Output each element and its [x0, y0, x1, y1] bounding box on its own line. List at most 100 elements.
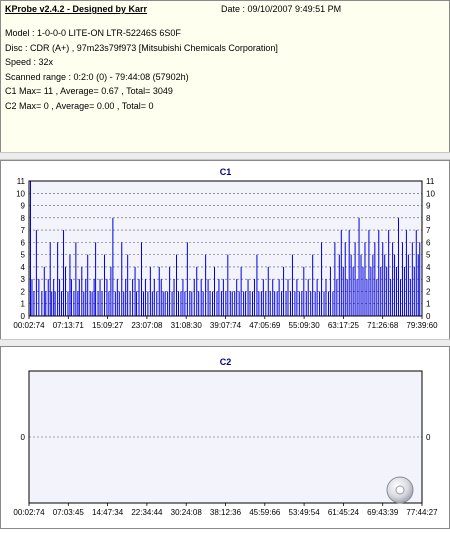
- c1-bar: [364, 242, 366, 316]
- c1-bar: [388, 230, 390, 316]
- x-tick-label: 55:09:30: [289, 321, 321, 330]
- x-tick-label: 69:43:39: [367, 508, 399, 517]
- c1-bar: [121, 242, 123, 316]
- x-tick-label: 79:39:60: [406, 321, 438, 330]
- c1-stats: C1 Max= 11 , Average= 0.67 , Total= 3049: [5, 86, 173, 96]
- c1-bar: [403, 266, 405, 316]
- c1-bar: [396, 266, 398, 316]
- c1-bar: [222, 279, 224, 316]
- c1-bar: [67, 291, 69, 316]
- y-tick-label-right: 11: [426, 177, 435, 186]
- c1-bar: [209, 291, 211, 316]
- c1-bar: [238, 291, 240, 316]
- c1-bar: [33, 291, 35, 316]
- c1-bar: [348, 230, 350, 316]
- x-tick-label: 53:49:54: [289, 508, 321, 517]
- c1-bar: [354, 242, 356, 316]
- y-tick-label-right: 8: [426, 214, 431, 223]
- c1-bar: [251, 291, 253, 316]
- y-tick-label-right: 10: [426, 189, 435, 198]
- c1-bar: [229, 291, 231, 316]
- c1-bar: [287, 279, 289, 316]
- c1-bar: [78, 279, 80, 316]
- c1-bar: [169, 266, 171, 316]
- c1-bar: [283, 266, 285, 316]
- c1-bar: [51, 291, 53, 316]
- c1-bar: [374, 242, 376, 316]
- c1-bar: [225, 291, 227, 316]
- c1-bar: [91, 291, 93, 316]
- x-tick-label: 15:09:27: [92, 321, 124, 330]
- c1-bar: [350, 254, 352, 316]
- c1-bar: [162, 291, 164, 316]
- x-tick-label: 71:26:68: [367, 321, 399, 330]
- c1-bar: [409, 279, 411, 316]
- c1-bar: [57, 242, 59, 316]
- c1-bar: [112, 217, 114, 316]
- c1-bar: [394, 254, 396, 316]
- c1-bar: [372, 254, 374, 316]
- c1-bar: [207, 279, 209, 316]
- c1-bar: [110, 266, 112, 316]
- c1-bar: [87, 254, 89, 316]
- c1-bar: [358, 217, 360, 316]
- c1-bar: [340, 230, 342, 316]
- c1-bar: [405, 230, 407, 316]
- c1-bar: [247, 279, 249, 316]
- c1-bar: [127, 254, 129, 316]
- c1-bar: [196, 266, 198, 316]
- c1-bar: [69, 254, 71, 316]
- c1-bar: [134, 266, 136, 316]
- c1-bar: [398, 217, 400, 316]
- c1-bar: [382, 242, 384, 316]
- c1-bar: [123, 291, 125, 316]
- c1-bar: [291, 254, 293, 316]
- c1-bar: [89, 291, 91, 316]
- scan-date: Date : 09/10/2007 9:49:51 PM: [221, 4, 342, 14]
- c1-bar: [213, 266, 215, 316]
- y-tick-label-right: 1: [426, 300, 431, 309]
- x-tick-label: 00:02:74: [13, 321, 45, 330]
- y-tick-label-right: 5: [426, 251, 431, 260]
- c1-bar: [97, 291, 99, 316]
- c1-chart: C10 01 12 23 34 45 56 67 78 89 910 1011 1100:02:74 07…: [13, 167, 438, 330]
- y-tick-label-right: 7: [426, 226, 431, 235]
- c1-bar: [325, 279, 327, 316]
- c1-bar: [392, 242, 394, 316]
- c1-bar: [212, 291, 214, 316]
- c1-bar: [272, 279, 274, 316]
- c1-bar: [285, 291, 287, 316]
- c1-bar: [319, 291, 321, 316]
- scanned-range: Scanned range : 0:2:0 (0) - 79:44:08 (57…: [5, 72, 189, 82]
- c1-bar: [338, 254, 340, 316]
- y-tick-label: 5: [21, 251, 26, 260]
- c1-bar: [106, 279, 108, 316]
- y-tick-label: 4: [21, 263, 26, 272]
- c1-bar: [260, 291, 262, 316]
- c2-chart-panel: C2 0 0 00:02:74 07:03:45 14:47:34 22:34:44 30:2…: [0, 346, 450, 529]
- c1-bar: [138, 279, 140, 316]
- c1-bar: [384, 254, 386, 316]
- c1-bar: [411, 242, 413, 316]
- c1-bar: [236, 279, 238, 316]
- c1-bar: [253, 279, 255, 316]
- y-tick-label-right: 2: [426, 287, 431, 296]
- c1-bar: [407, 254, 409, 316]
- c1-bar: [73, 291, 75, 316]
- c1-bar: [108, 291, 110, 316]
- c1-bar: [198, 291, 200, 316]
- splitter-top[interactable]: [0, 152, 450, 160]
- c1-bar: [125, 279, 127, 316]
- x-tick-label: 07:13:71: [53, 321, 85, 330]
- c1-bar: [177, 291, 179, 316]
- x-tick-label: 31:08:30: [171, 321, 203, 330]
- c1-bar: [85, 279, 87, 316]
- c1-bar: [360, 254, 362, 316]
- x-tick-label: 63:17:25: [328, 321, 360, 330]
- c1-bar: [41, 291, 43, 316]
- c1-bar: [294, 291, 296, 316]
- c1-bar: [296, 279, 298, 316]
- c1-bar: [276, 291, 278, 316]
- c1-bar: [380, 266, 382, 316]
- c1-bar: [316, 279, 318, 316]
